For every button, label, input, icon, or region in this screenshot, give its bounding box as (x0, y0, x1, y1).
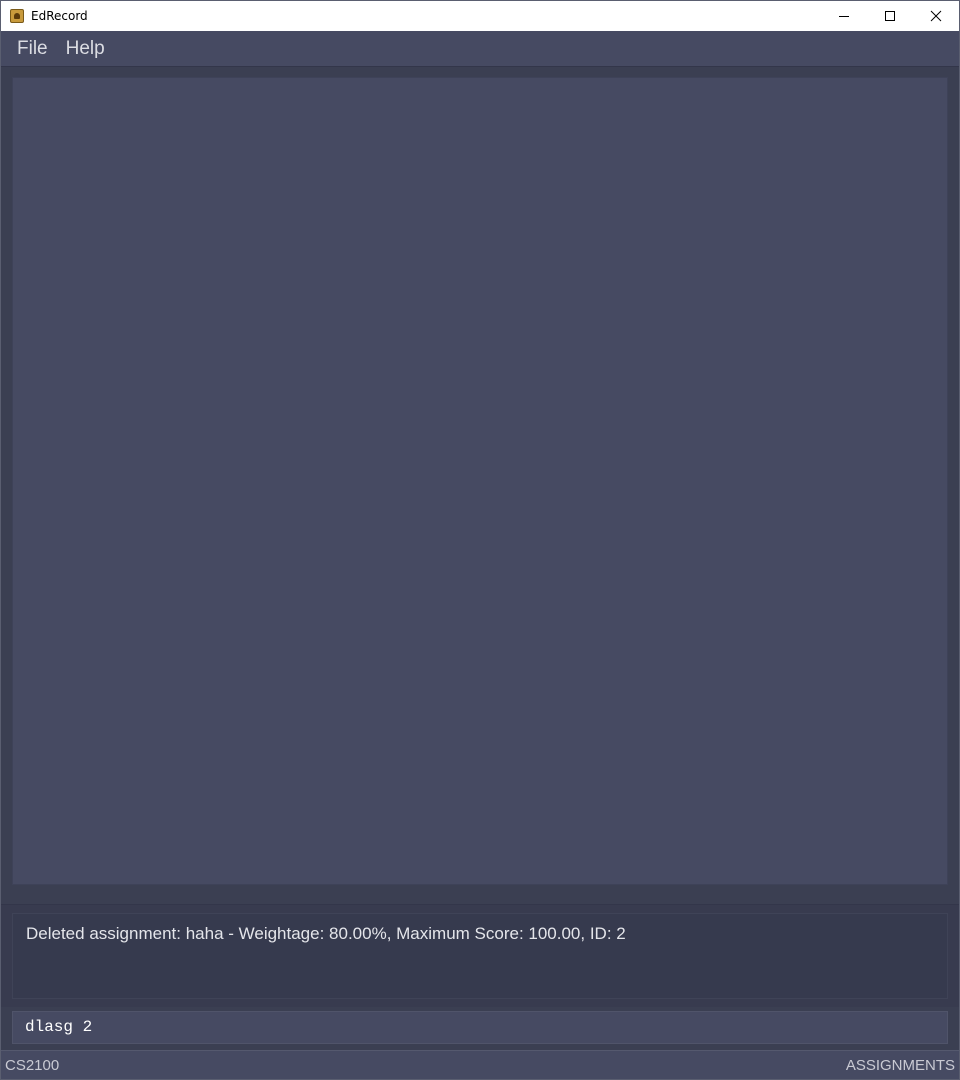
command-input[interactable] (25, 1012, 925, 1043)
result-display-container: Deleted assignment: haha - Weightage: 80… (1, 904, 959, 1008)
window-title: EdRecord (31, 9, 88, 23)
status-view: ASSIGNMENTS (845, 1056, 955, 1074)
assignment-list-panel[interactable] (12, 77, 948, 885)
menu-bar: File Help (1, 31, 959, 67)
command-box (12, 1011, 948, 1044)
minimize-icon (839, 16, 849, 17)
result-display[interactable]: Deleted assignment: haha - Weightage: 80… (12, 913, 948, 999)
title-bar[interactable]: EdRecord (1, 1, 959, 31)
app-window: EdRecord File Help Deleted assignment: h… (0, 0, 960, 1080)
menu-help[interactable]: Help (66, 38, 105, 60)
status-bar: CS2100 ASSIGNMENTS (1, 1050, 959, 1079)
status-module: CS2100 (5, 1056, 60, 1074)
close-button[interactable] (913, 1, 959, 31)
command-box-container (1, 1007, 959, 1049)
result-message: Deleted assignment: haha - Weightage: 80… (26, 924, 626, 943)
window-controls (821, 1, 959, 31)
close-icon (930, 10, 942, 22)
menu-file[interactable]: File (17, 38, 48, 60)
maximize-button[interactable] (867, 1, 913, 31)
maximize-icon (885, 11, 895, 21)
minimize-button[interactable] (821, 1, 867, 31)
app-logo-icon (10, 9, 24, 23)
